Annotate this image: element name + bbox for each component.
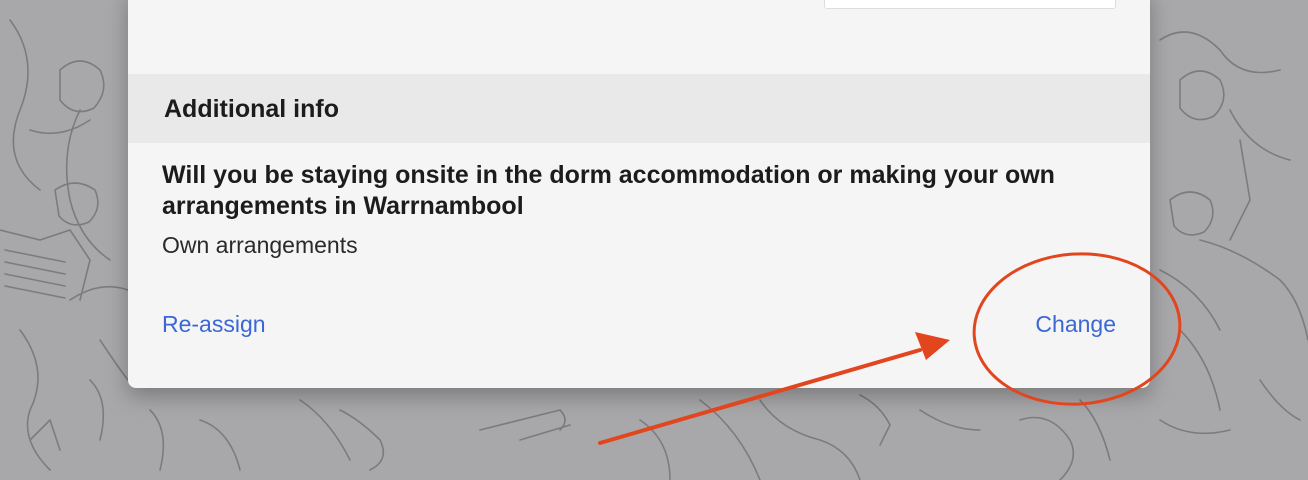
reassign-link[interactable]: Re-assign: [162, 310, 266, 338]
question-text: Will you be staying onsite in the dorm a…: [162, 161, 1055, 220]
additional-info-header: Additional info: [128, 74, 1150, 143]
answer-text: Own arrangements: [162, 232, 358, 258]
top-input-field[interactable]: [824, 0, 1116, 9]
section-title: Additional info: [164, 95, 339, 123]
change-link[interactable]: Change: [1035, 310, 1116, 338]
booking-details-card: Additional info Will you be staying onsi…: [128, 0, 1150, 388]
